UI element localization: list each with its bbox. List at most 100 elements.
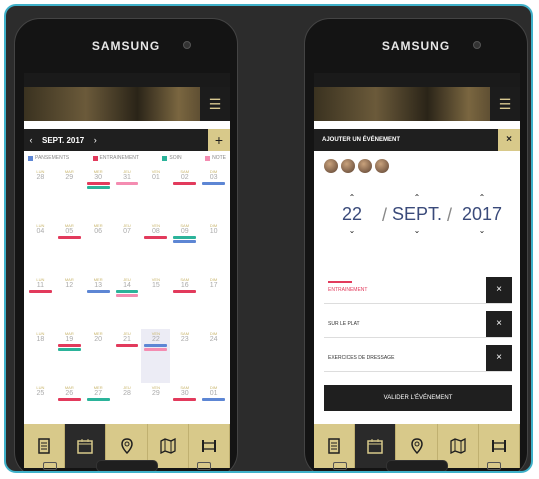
calendar-day[interactable]: MAR 12 <box>55 275 84 329</box>
calendar-day[interactable]: LUN 28 <box>26 167 55 221</box>
legend-swatch <box>162 155 168 161</box>
calendar-day[interactable]: JEU 07 <box>113 221 142 275</box>
avatar[interactable] <box>358 159 372 173</box>
event-row[interactable]: ENTRAINEMENT × <box>324 277 512 304</box>
calendar-day[interactable]: LUN 04 <box>26 221 55 275</box>
day-number: 22 <box>151 336 160 343</box>
event-marker <box>144 236 168 239</box>
day-number: 28 <box>123 390 131 397</box>
screenshot-frame: SAMSUNG ☰ ‹ SEPT. 2017 › + PANSEMENTS ENT… <box>4 4 533 473</box>
chevron-right-icon[interactable]: › <box>88 135 102 145</box>
calendar-day[interactable]: LUN 11 <box>26 275 55 329</box>
settings-sliders-icon[interactable]: ☰ <box>200 87 230 121</box>
event-marker <box>202 182 226 185</box>
calendar-day[interactable]: SAM 16 <box>170 275 199 329</box>
recent-apps-icon[interactable] <box>43 462 58 470</box>
settings-sliders-icon[interactable]: ☰ <box>490 87 520 121</box>
chevron-up-icon[interactable]: ⌃ <box>389 193 445 202</box>
calendar-week: LUN 28 MAR 29 MER 30 JEU 31 VEN 01 SAM 02 DIM 03 <box>26 167 228 221</box>
calendar-day[interactable]: DIM 10 <box>199 221 228 275</box>
day-number: 20 <box>94 336 103 343</box>
legend-swatch <box>205 155 211 161</box>
calendar-day[interactable]: JEU 21 <box>113 329 142 383</box>
event-marker <box>86 186 110 189</box>
remove-event-button[interactable]: × <box>486 311 512 337</box>
event-marker <box>115 290 139 293</box>
calendar-day[interactable]: DIM 17 <box>199 275 228 329</box>
avatar[interactable] <box>341 159 355 173</box>
chevron-down-icon[interactable]: ⌄ <box>389 226 445 235</box>
calendar-day[interactable]: MER 20 <box>84 329 113 383</box>
calendar-grid: LUN 28 MAR 29 MER 30 JEU 31 VEN 01 SAM 02 DIM 03 LUN 04… <box>26 167 228 437</box>
back-icon[interactable] <box>486 462 501 470</box>
calendar-day[interactable]: VEN 22 <box>141 329 171 383</box>
event-panel-header: AJOUTER UN ÉVÉNEMENT × <box>314 129 520 151</box>
event-marker <box>202 398 226 401</box>
back-icon[interactable] <box>196 462 211 470</box>
legend-swatch <box>92 155 98 161</box>
calendar-day[interactable]: JEU 31 <box>113 167 142 221</box>
day-number: 15 <box>151 282 160 289</box>
chevron-up-icon[interactable]: ⌃ <box>324 193 380 202</box>
home-button[interactable] <box>95 460 158 471</box>
calendar-day[interactable]: DIM 03 <box>199 167 228 221</box>
event-marker <box>115 344 139 347</box>
close-button[interactable]: × <box>498 129 520 151</box>
chevron-up-icon[interactable]: ⌃ <box>454 193 510 202</box>
avatar[interactable] <box>375 159 389 173</box>
chevron-down-icon[interactable]: ⌄ <box>324 226 380 235</box>
remove-event-button[interactable]: × <box>486 277 512 303</box>
event-marker <box>173 398 197 401</box>
recent-apps-icon[interactable] <box>333 462 348 470</box>
legend-label: SOIN <box>169 155 182 161</box>
day-number: 12 <box>65 282 74 289</box>
calendar-day[interactable]: MER 13 <box>84 275 113 329</box>
header-banner: ☰ <box>314 73 520 121</box>
event-row[interactable]: SUR LE PLAT × <box>324 311 512 338</box>
calendar-day[interactable]: LUN 18 <box>26 329 55 383</box>
calendar-day[interactable]: SAM 02 <box>170 167 199 221</box>
event-marker <box>144 344 168 347</box>
legend-label: NOTE <box>212 155 226 161</box>
home-button[interactable] <box>385 460 448 471</box>
chevron-down-icon[interactable]: ⌄ <box>454 226 510 235</box>
calendar-day[interactable]: MAR 29 <box>55 167 84 221</box>
day-number: 27 <box>94 390 103 397</box>
day-number: 17 <box>209 282 218 289</box>
date-picker: ⌃ 22 ⌄ / ⌃ SEPT. ⌄ / ⌃ 2017 ⌄ <box>324 193 510 237</box>
day-number: 26 <box>65 390 74 397</box>
calendar-day[interactable]: SAM 09 <box>170 221 199 275</box>
legend-item: ENTRAINEMENT <box>92 155 139 161</box>
calendar-day[interactable]: VEN 15 <box>141 275 170 329</box>
day-number: 28 <box>36 174 45 181</box>
calendar-day[interactable]: VEN 01 <box>141 167 170 221</box>
calendar-day[interactable]: SAM 23 <box>170 329 199 383</box>
event-marker <box>144 348 168 351</box>
day-number: 23 <box>180 336 189 343</box>
day-number: 25 <box>36 390 45 397</box>
screen-calendar: ☰ ‹ SEPT. 2017 › + PANSEMENTS ENTRAINEMEN… <box>24 73 230 468</box>
validate-event-button[interactable]: VALIDER L'ÉVÉNEMENT <box>324 385 512 411</box>
calendar-day[interactable]: MER 30 <box>84 167 113 221</box>
day-number: 06 <box>94 228 103 235</box>
calendar-day[interactable]: JEU 14 <box>113 275 142 329</box>
calendar-day[interactable]: MAR 19 <box>55 329 84 383</box>
day-number: 05 <box>65 228 74 235</box>
calendar-day[interactable]: DIM 24 <box>199 329 228 383</box>
event-marker <box>29 290 52 293</box>
add-event-button[interactable]: + <box>208 129 230 151</box>
calendar-day[interactable]: MER 06 <box>84 221 113 275</box>
header-banner: ☰ <box>24 73 230 121</box>
calendar-day[interactable]: VEN 08 <box>141 221 170 275</box>
calendar-day[interactable]: MAR 05 <box>55 221 84 275</box>
event-label: SUR LE PLAT <box>328 321 360 327</box>
remove-event-button[interactable]: × <box>486 345 512 371</box>
day-number: 02 <box>180 174 189 181</box>
chevron-left-icon[interactable]: ‹ <box>24 135 38 145</box>
camera-icon <box>183 41 191 49</box>
event-row[interactable]: EXERCICES DE DRESSAGE × <box>324 345 512 372</box>
screen-add-event: ☰ AJOUTER UN ÉVÉNEMENT × ⌃ 22 ⌄ / ⌃ SEPT… <box>314 73 520 468</box>
day-number: 18 <box>36 336 45 343</box>
avatar[interactable] <box>324 159 338 173</box>
event-marker <box>86 182 110 185</box>
